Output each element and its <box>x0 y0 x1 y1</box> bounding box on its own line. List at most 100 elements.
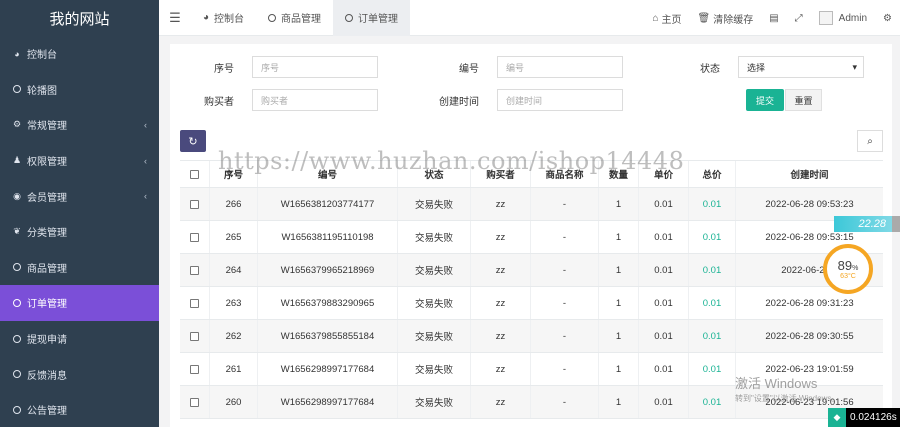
user-circle-icon: ◉ <box>13 190 21 201</box>
tab-orders[interactable]: 订单管理 <box>333 0 411 36</box>
cell-no: W1656379855855184 <box>258 320 398 352</box>
chevron-left-icon: ‹ <box>144 119 147 130</box>
cell-price: 0.01 <box>639 188 689 220</box>
dashboard-icon: ◕ <box>203 12 210 23</box>
menu-toggle-icon[interactable]: ☰ <box>159 10 191 26</box>
row-checkbox[interactable] <box>190 232 199 242</box>
sidebar-item[interactable]: ♟ 权限管理 ‹ <box>0 143 159 179</box>
cell-total: 0.01 <box>689 287 736 319</box>
cell-name: - <box>531 221 599 253</box>
search-icon: ⌕ <box>867 135 873 147</box>
circle-icon <box>11 405 23 414</box>
sidebar-item-label: 权限管理 <box>27 157 67 169</box>
dashboard-icon: ◕ <box>14 48 20 59</box>
table-row[interactable]: 263 W1656379883290965 交易失败 zz -1 0.01 0.01 2022… <box>180 287 883 320</box>
cell-id: 261 <box>210 353 258 385</box>
circle-icon <box>268 13 277 22</box>
cell-id: 263 <box>210 287 258 319</box>
reset-button[interactable]: 重置 <box>785 89 822 111</box>
filter-buyer: 购买者 购买者 <box>178 89 378 111</box>
sidebar-item[interactable]: 订单管理 <box>0 285 159 321</box>
table-row[interactable]: 266 W1656381203774177 交易失败 zz -1 0.01 0.01 2022… <box>180 188 883 221</box>
sidebar-item-label: 轮播图 <box>27 85 57 97</box>
activate-title: 激活 Windows <box>735 376 818 391</box>
cell-name: - <box>531 386 599 418</box>
brand-title[interactable]: 我的网站 <box>0 0 159 36</box>
cell-total: 0.01 <box>689 188 736 220</box>
filter-serial: 序号 序号 <box>178 56 378 78</box>
tab-dashboard[interactable]: ◕ 控制台 <box>191 0 256 36</box>
serial-input[interactable]: 序号 <box>252 56 378 78</box>
sidebar-item[interactable]: 反馈消息 <box>0 356 159 392</box>
clear-cache-button[interactable]: 🗑 清除缓存 <box>690 11 762 26</box>
cell-id: 262 <box>210 320 258 352</box>
sidebar-item[interactable]: 轮播图 <box>0 72 159 108</box>
home-link[interactable]: ⌂ 主页 <box>644 11 689 26</box>
cell-price: 0.01 <box>639 221 689 253</box>
cell-total: 0.01 <box>689 320 736 352</box>
chevron-left-icon: ‹ <box>144 191 147 202</box>
table-row[interactable]: 262 W1656379855855184 交易失败 zz -1 0.01 0.01 2022… <box>180 320 883 353</box>
windows-activation-notice: 激活 Windows 转到"设置"以激活 Windows。 <box>735 373 839 404</box>
tab-label: 商品管理 <box>281 14 322 25</box>
status-select[interactable]: 选择 ▾ <box>738 56 864 78</box>
number-input[interactable]: 编号 <box>497 56 623 78</box>
cell-qty: 1 <box>599 353 639 385</box>
row-select-cell <box>180 188 210 220</box>
row-checkbox[interactable] <box>190 397 199 407</box>
sidebar-item[interactable]: ⚙ 常规管理 ‹ <box>0 107 159 143</box>
sidebar-item[interactable]: 提现申请 <box>0 321 159 357</box>
cell-status: 交易失败 <box>398 254 471 286</box>
header-cell[interactable]: 创建时间 <box>736 161 883 187</box>
circle-icon <box>11 334 23 343</box>
home-icon: ⌂ <box>652 12 659 24</box>
cell-id: 260 <box>210 386 258 418</box>
select-all-cell <box>180 161 210 187</box>
sidebar-item[interactable]: 公告管理 <box>0 392 159 427</box>
cell-buyer: zz <box>471 221 531 253</box>
cell-status: 交易失败 <box>398 221 471 253</box>
search-toggle-button[interactable]: ⌕ <box>857 130 883 152</box>
table-row[interactable]: 264 W1656379965218969 交易失败 zz -1 0.01 0.01 2022… <box>180 254 883 287</box>
created-label: 创建时间 <box>439 96 479 108</box>
cell-buyer: zz <box>471 320 531 352</box>
sidebar-item-label: 常规管理 <box>27 121 67 133</box>
buyer-input[interactable]: 购买者 <box>252 89 378 111</box>
cell-id: 264 <box>210 254 258 286</box>
cell-no: W1656381203774177 <box>258 188 398 220</box>
fullscreen-button[interactable]: ⤢ <box>787 13 811 24</box>
created-input[interactable]: 创建时间 <box>497 89 623 111</box>
cell-buyer: zz <box>471 287 531 319</box>
row-checkbox[interactable] <box>190 265 199 275</box>
row-checkbox[interactable] <box>190 199 199 209</box>
sidebar-item[interactable]: ◉ 会员管理 ‹ <box>0 178 159 214</box>
circle-icon <box>11 85 23 94</box>
row-checkbox[interactable] <box>190 298 199 308</box>
chevron-left-icon: ‹ <box>144 155 147 166</box>
row-checkbox[interactable] <box>190 331 199 341</box>
language-button[interactable]: ▤ <box>761 13 786 24</box>
cell-buyer: zz <box>471 353 531 385</box>
cell-qty: 1 <box>599 254 639 286</box>
settings-button[interactable]: ⚙ <box>875 13 900 24</box>
user-menu[interactable]: Admin <box>811 11 875 25</box>
group-icon: ♟ <box>12 155 22 166</box>
sidebar-item[interactable]: ◕ 控制台 <box>0 36 159 72</box>
row-checkbox[interactable] <box>190 364 199 374</box>
cell-name: - <box>531 287 599 319</box>
activate-subtitle: 转到"设置"以激活 Windows。 <box>735 394 840 403</box>
topbar-actions: ⌂ 主页 🗑 清除缓存 ▤ ⤢ Admin ⚙ <box>644 0 900 36</box>
row-select-cell <box>180 221 210 253</box>
tab-goods[interactable]: 商品管理 <box>256 0 333 36</box>
status-select-value: 选择 <box>747 62 766 73</box>
cell-buyer: zz <box>471 386 531 418</box>
number-label: 编号 <box>459 63 479 75</box>
table-row[interactable]: 265 W1656381195110198 交易失败 zz -1 0.01 0.01 2022… <box>180 221 883 254</box>
refresh-button[interactable]: ↻ <box>180 130 206 152</box>
sidebar-item[interactable]: ❦ 分类管理 <box>0 214 159 250</box>
cell-total: 0.01 <box>689 221 736 253</box>
submit-button[interactable]: 提交 <box>746 89 784 111</box>
watermark-text: https://www.huzhan.com/ishop14448 <box>218 147 685 175</box>
select-all-checkbox[interactable] <box>190 169 199 179</box>
sidebar-item[interactable]: 商品管理 <box>0 250 159 286</box>
